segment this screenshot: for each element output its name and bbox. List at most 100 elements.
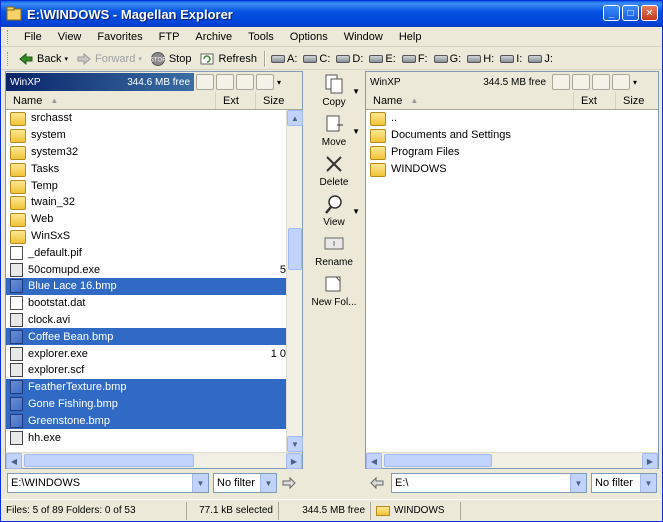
copy-button[interactable]: Copy ▼ <box>305 73 363 108</box>
list-item[interactable]: .. <box>366 110 658 127</box>
left-panel-menu-arrow-icon[interactable]: ▾ <box>277 78 281 87</box>
right-panel-menu-arrow-icon[interactable]: ▾ <box>633 78 637 87</box>
close-button[interactable]: ✕ <box>641 5 658 21</box>
list-item[interactable]: explorer.scf <box>6 362 286 379</box>
list-item[interactable]: Greenstone.bmp <box>6 412 286 430</box>
left-file-list[interactable]: srchasst system system32 Tasks Temp twain_32 W… <box>6 110 286 450</box>
right-filter-combo[interactable]: No filter ▼ <box>591 473 657 493</box>
left-scroll-right-button[interactable]: ▶ <box>286 453 302 469</box>
right-scroll-right-button[interactable]: ▶ <box>642 453 658 469</box>
list-item[interactable]: system <box>6 127 286 144</box>
menu-archive[interactable]: Archive <box>187 31 240 43</box>
right-path-combo[interactable]: E:\ ▼ <box>391 473 587 493</box>
menu-options[interactable]: Options <box>282 31 336 43</box>
drive-button-i[interactable]: I: <box>497 53 525 65</box>
new-fol-button[interactable]: New Fol... <box>305 273 363 308</box>
list-item[interactable]: hh.exe <box>6 429 286 446</box>
menu-tools[interactable]: Tools <box>240 31 282 43</box>
list-item[interactable]: Documents and Settings <box>366 127 658 144</box>
stop-button[interactable]: STOP Stop <box>146 49 196 69</box>
drive-button-e[interactable]: E: <box>366 53 398 65</box>
left-horizontal-scrollbar[interactable]: ◀ ▶ <box>6 452 302 469</box>
drive-button-j[interactable]: J: <box>525 53 556 65</box>
list-item[interactable]: 50comupd.exe 5 <box>6 261 286 278</box>
right-folder-up-icon[interactable] <box>552 74 570 90</box>
back-button[interactable]: Back ▾ <box>14 49 72 69</box>
menu-favorites[interactable]: Favorites <box>89 31 150 43</box>
list-item[interactable]: Temp <box>6 177 286 194</box>
left-scroll-left-button[interactable]: ◀ <box>6 453 22 469</box>
right-favorites-icon[interactable] <box>592 74 610 90</box>
list-item[interactable]: Program Files <box>366 144 658 161</box>
drive-button-h[interactable]: H: <box>464 53 497 65</box>
list-item[interactable]: _default.pif <box>6 244 286 261</box>
left-path-combo[interactable]: E:\WINDOWS ▼ <box>7 473 209 493</box>
right-filter-dropdown-icon[interactable]: ▼ <box>640 474 656 492</box>
left-col-size[interactable]: Size <box>256 92 286 109</box>
list-item[interactable]: bootstat.dat <box>6 295 286 312</box>
left-favorites-icon[interactable] <box>236 74 254 90</box>
rename-button[interactable]: I Rename <box>305 233 363 268</box>
minimize-button[interactable]: _ <box>603 5 620 21</box>
list-item[interactable]: FeatherTexture.bmp <box>6 378 286 396</box>
drive-button-c[interactable]: C: <box>300 53 333 65</box>
drive-button-g[interactable]: G: <box>431 53 465 65</box>
list-item[interactable]: WinSxS <box>6 228 286 245</box>
title-bar[interactable]: E:\WINDOWS - Magellan Explorer _ □ ✕ <box>1 1 662 27</box>
left-path-dropdown-icon[interactable]: ▼ <box>192 474 208 492</box>
menu-help[interactable]: Help <box>391 31 430 43</box>
list-item[interactable]: explorer.exe 1 0 <box>6 345 286 362</box>
go-left-arrow-icon[interactable] <box>369 475 385 491</box>
right-drive-icon[interactable] <box>612 74 630 90</box>
dropdown-arrow-icon[interactable]: ▼ <box>352 87 360 96</box>
right-col-ext[interactable]: Ext <box>574 92 616 109</box>
list-item[interactable]: srchasst <box>6 110 286 127</box>
move-button[interactable]: Move ▼ <box>305 113 363 148</box>
right-col-name[interactable]: Name ▲ <box>366 92 574 109</box>
refresh-button[interactable]: Refresh <box>195 49 261 69</box>
left-drive-icon[interactable] <box>256 74 274 90</box>
delete-button[interactable]: Delete <box>305 153 363 188</box>
left-scroll-down-button[interactable]: ▼ <box>287 436 303 452</box>
drive-button-d[interactable]: D: <box>333 53 366 65</box>
list-item[interactable]: Gone Fishing.bmp <box>6 395 286 413</box>
right-drive-label[interactable]: WinXP 344.5 MB free <box>366 73 550 91</box>
forward-button[interactable]: Forward ▾ <box>72 49 146 69</box>
dropdown-arrow-icon[interactable]: ▼ <box>352 127 360 136</box>
right-hscroll-thumb[interactable] <box>384 454 492 467</box>
left-scroll-thumb[interactable] <box>288 228 302 270</box>
list-item[interactable]: system32 <box>6 144 286 161</box>
left-hscroll-thumb[interactable] <box>24 454 194 467</box>
left-filter-dropdown-icon[interactable]: ▼ <box>260 474 276 492</box>
right-horizontal-scrollbar[interactable]: ◀ ▶ <box>366 452 658 469</box>
list-item[interactable]: Tasks <box>6 160 286 177</box>
left-vertical-scrollbar[interactable]: ▲ ▼ <box>286 110 303 452</box>
list-item[interactable]: Coffee Bean.bmp <box>6 328 286 346</box>
menu-ftp[interactable]: FTP <box>151 31 188 43</box>
drive-button-a[interactable]: A: <box>268 53 300 65</box>
left-file-panel[interactable]: WinXP 344.6 MB free ▾ Name ▲ Ext Size sr… <box>5 71 303 469</box>
list-item[interactable]: Blue Lace 16.bmp <box>6 277 286 295</box>
left-filter-combo[interactable]: No filter ▼ <box>213 473 277 493</box>
left-scroll-up-button[interactable]: ▲ <box>287 110 303 126</box>
right-file-list[interactable]: .. Documents and Settings Program Files WIN… <box>366 110 658 450</box>
right-scroll-left-button[interactable]: ◀ <box>366 453 382 469</box>
left-col-name[interactable]: Name ▲ <box>6 92 216 109</box>
left-col-ext[interactable]: Ext <box>216 92 256 109</box>
list-item[interactable]: twain_32 <box>6 194 286 211</box>
menu-window[interactable]: Window <box>336 31 391 43</box>
go-right-arrow-icon[interactable] <box>281 475 297 491</box>
left-view-mode-icon[interactable] <box>216 74 234 90</box>
list-item[interactable]: clock.avi <box>6 312 286 329</box>
drive-button-f[interactable]: F: <box>399 53 431 65</box>
right-view-mode-icon[interactable] <box>572 74 590 90</box>
right-path-dropdown-icon[interactable]: ▼ <box>570 474 586 492</box>
right-file-panel[interactable]: WinXP 344.5 MB free ▾ Name ▲ Ext Size ..… <box>365 71 659 469</box>
maximize-button[interactable]: □ <box>622 5 639 21</box>
left-drive-label[interactable]: WinXP 344.6 MB free <box>6 73 194 91</box>
list-item[interactable]: WINDOWS <box>366 160 658 177</box>
view-button[interactable]: View ▼ <box>305 193 363 228</box>
right-col-size[interactable]: Size <box>616 92 658 109</box>
left-folder-up-icon[interactable] <box>196 74 214 90</box>
list-item[interactable]: Web <box>6 211 286 228</box>
